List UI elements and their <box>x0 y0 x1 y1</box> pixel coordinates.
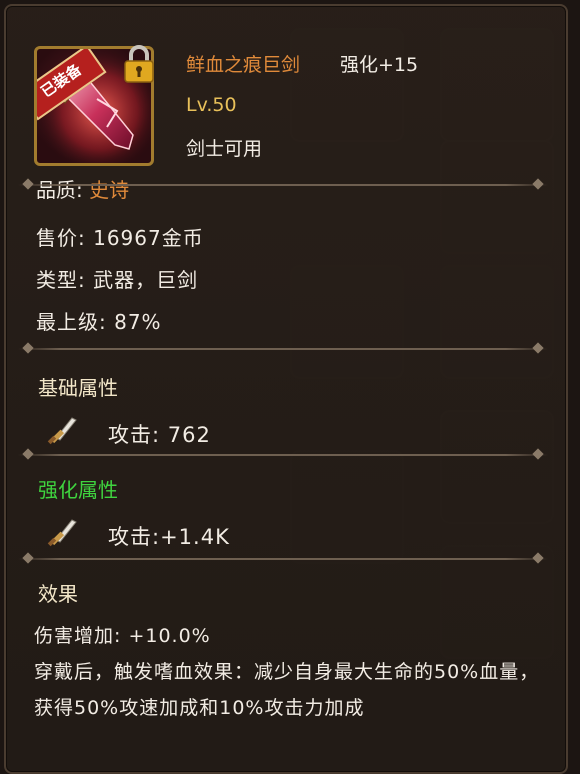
item-level: Lv.50 <box>186 94 237 116</box>
effect-bloodthirst: 穿戴后，触发嗜血效果：减少自身最大生命的50%血量，获得50%攻速加成和10%攻… <box>34 661 540 719</box>
sword-icon <box>47 417 77 445</box>
top-grade-row: 最上级: 87% <box>36 310 162 334</box>
base-stats-title: 基础属性 <box>38 376 118 400</box>
divider <box>18 558 548 560</box>
sword-icon <box>47 519 77 547</box>
quality-value: 史诗 <box>89 180 130 200</box>
item-tooltip-panel: 已装备 鲜血之痕巨剑 强化+15 Lv.50 剑士可用 品质: 史诗 售价: 1… <box>4 4 568 774</box>
base-attack: 攻击: 762 <box>108 423 211 447</box>
type-row: 类型: 武器，巨剑 <box>36 268 199 292</box>
quality-row: 品质: 史诗 <box>36 180 129 200</box>
class-requirement: 剑士可用 <box>186 138 263 160</box>
lock-icon[interactable] <box>123 44 155 84</box>
enhance-attack: 攻击:+1.4K <box>108 525 230 549</box>
divider <box>18 348 548 350</box>
item-name: 鲜血之痕巨剑 <box>186 54 301 76</box>
divider <box>18 454 548 456</box>
enhance-stats-title: 强化属性 <box>38 478 118 502</box>
divider <box>18 184 548 186</box>
effect-damage-increase: 伤害增加: +10.0% <box>34 625 211 647</box>
price-row: 售价: 16967金币 <box>36 226 204 250</box>
effects-title: 效果 <box>38 582 78 606</box>
enhance-level: 强化+15 <box>340 54 419 76</box>
quality-label: 品质: <box>36 180 83 200</box>
